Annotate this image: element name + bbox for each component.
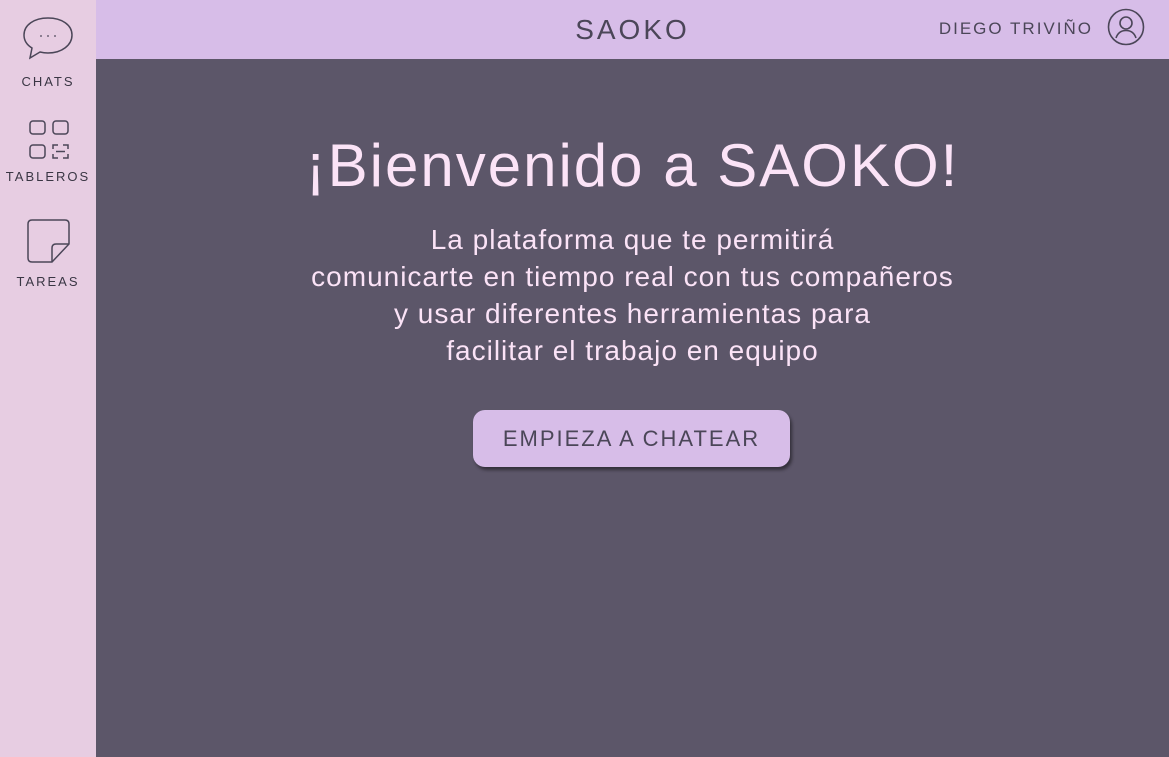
sidebar: CHATS TABLEROS TAREAS — [0, 0, 96, 757]
sidebar-item-label: CHATS — [21, 74, 75, 89]
user-name: DIEGO TRIVIÑO — [938, 19, 1093, 38]
sidebar-item-label: TABLEROS — [5, 169, 91, 184]
sidebar-item-tareas[interactable]: TAREAS — [0, 218, 96, 289]
subtitle-line: y usar diferentes herramientas para — [394, 298, 871, 329]
welcome-subtitle: La plataforma que te permitirá comunicar… — [96, 221, 1169, 369]
sidebar-item-tableros[interactable]: TABLEROS — [0, 118, 96, 184]
app-window: CHATS TABLEROS TAREAS SAOKO DIEGO TRIVIÑ… — [0, 0, 1169, 757]
user-menu[interactable]: DIEGO TRIVIÑO — [938, 8, 1145, 51]
sidebar-item-chats[interactable]: CHATS — [0, 14, 96, 89]
main-content: ¡Bienvenido a SAOKO! La plataforma que t… — [96, 59, 1169, 757]
welcome-title: ¡Bienvenido a SAOKO! — [305, 132, 960, 199]
chat-bubble-icon — [21, 14, 75, 62]
sidebar-item-label: TAREAS — [16, 274, 80, 289]
subtitle-line: La plataforma que te permitirá — [430, 224, 835, 255]
start-chatting-button[interactable]: EMPIEZA A CHATEAR — [473, 410, 790, 467]
top-bar: SAOKO DIEGO TRIVIÑO — [96, 0, 1169, 59]
user-circle-icon — [1107, 8, 1145, 51]
subtitle-line: facilitar el trabajo en equipo — [446, 335, 819, 366]
sticky-note-icon — [23, 218, 73, 264]
boards-grid-icon — [25, 118, 71, 162]
subtitle-line: comunicarte en tiempo real con tus compa… — [311, 261, 954, 292]
